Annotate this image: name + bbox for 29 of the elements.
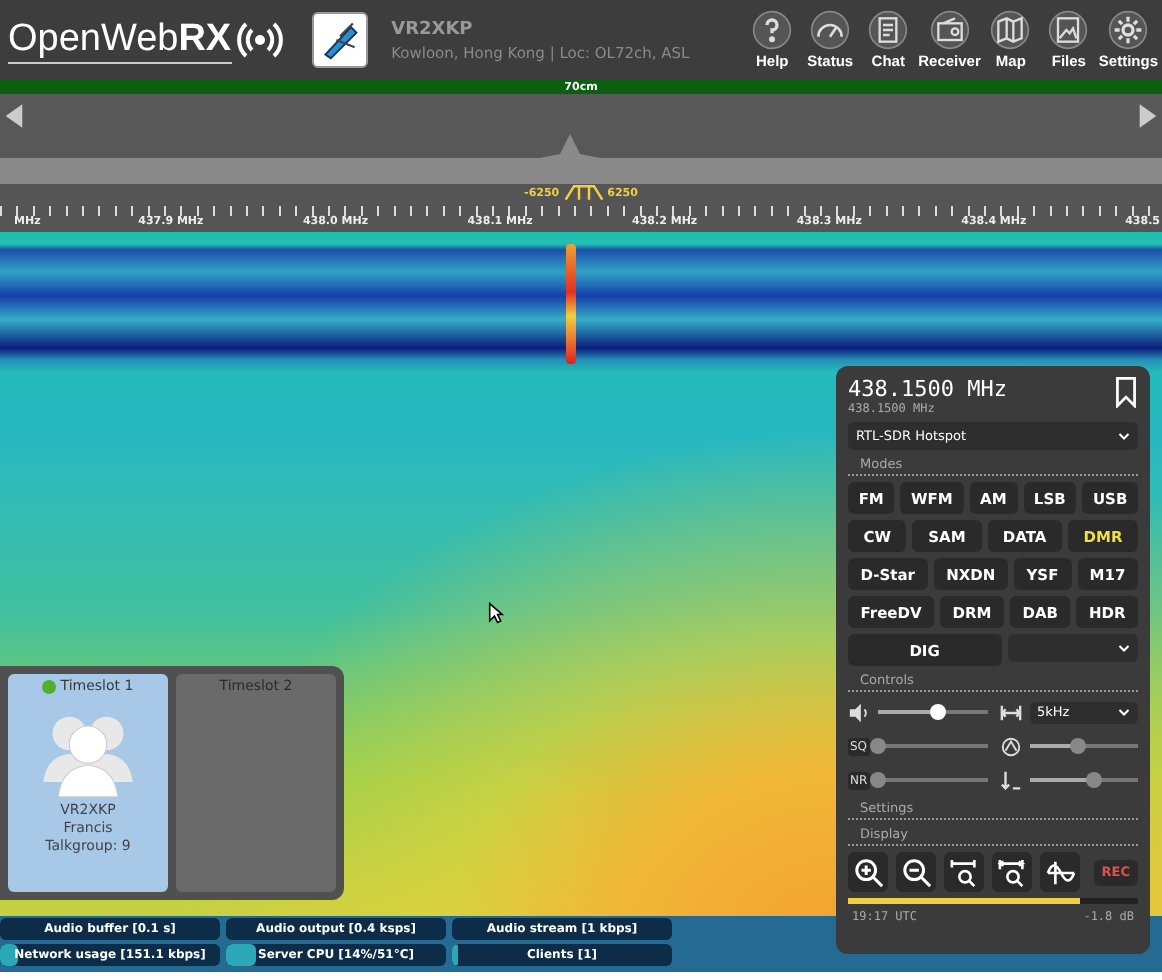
receiver-callsign: VR2XKP — [391, 19, 475, 39]
caret-icon — [1118, 431, 1130, 441]
passband-icon[interactable] — [563, 184, 604, 202]
volume-icon[interactable] — [848, 701, 870, 723]
bookmark-icon[interactable] — [1114, 376, 1138, 408]
slider-thumb[interactable] — [929, 704, 946, 720]
zoom-in-button[interactable] — [848, 852, 888, 892]
slider-thumb[interactable] — [1070, 738, 1087, 754]
noise-reduction-icon — [999, 769, 1021, 791]
radio-waves-icon — [235, 20, 284, 60]
scroll-right-icon[interactable] — [1138, 102, 1158, 130]
mouse-cursor-icon — [488, 602, 504, 624]
slider-thumb[interactable] — [1086, 772, 1103, 788]
frequency-display: 438.1500 MHz — [848, 376, 1007, 402]
slider-thumb[interactable] — [869, 738, 886, 754]
logo-text: OpenWebRX — [8, 17, 232, 63]
zoom-out-button[interactable] — [896, 852, 936, 892]
caret-icon — [1118, 643, 1130, 653]
scroll-left-icon[interactable] — [4, 102, 24, 130]
zoom-fit-button[interactable] — [944, 852, 984, 892]
slider-thumb[interactable] — [869, 772, 886, 788]
caret-icon — [1118, 707, 1130, 717]
active-indicator-icon — [42, 679, 57, 693]
knife-logo-icon — [311, 12, 368, 68]
zoom-band-button[interactable] — [992, 852, 1032, 892]
bandwidth-icon — [999, 701, 1021, 723]
wave-button[interactable] — [1040, 852, 1080, 892]
signal-trace — [566, 244, 576, 364]
auto-squelch-icon[interactable] — [999, 735, 1021, 757]
